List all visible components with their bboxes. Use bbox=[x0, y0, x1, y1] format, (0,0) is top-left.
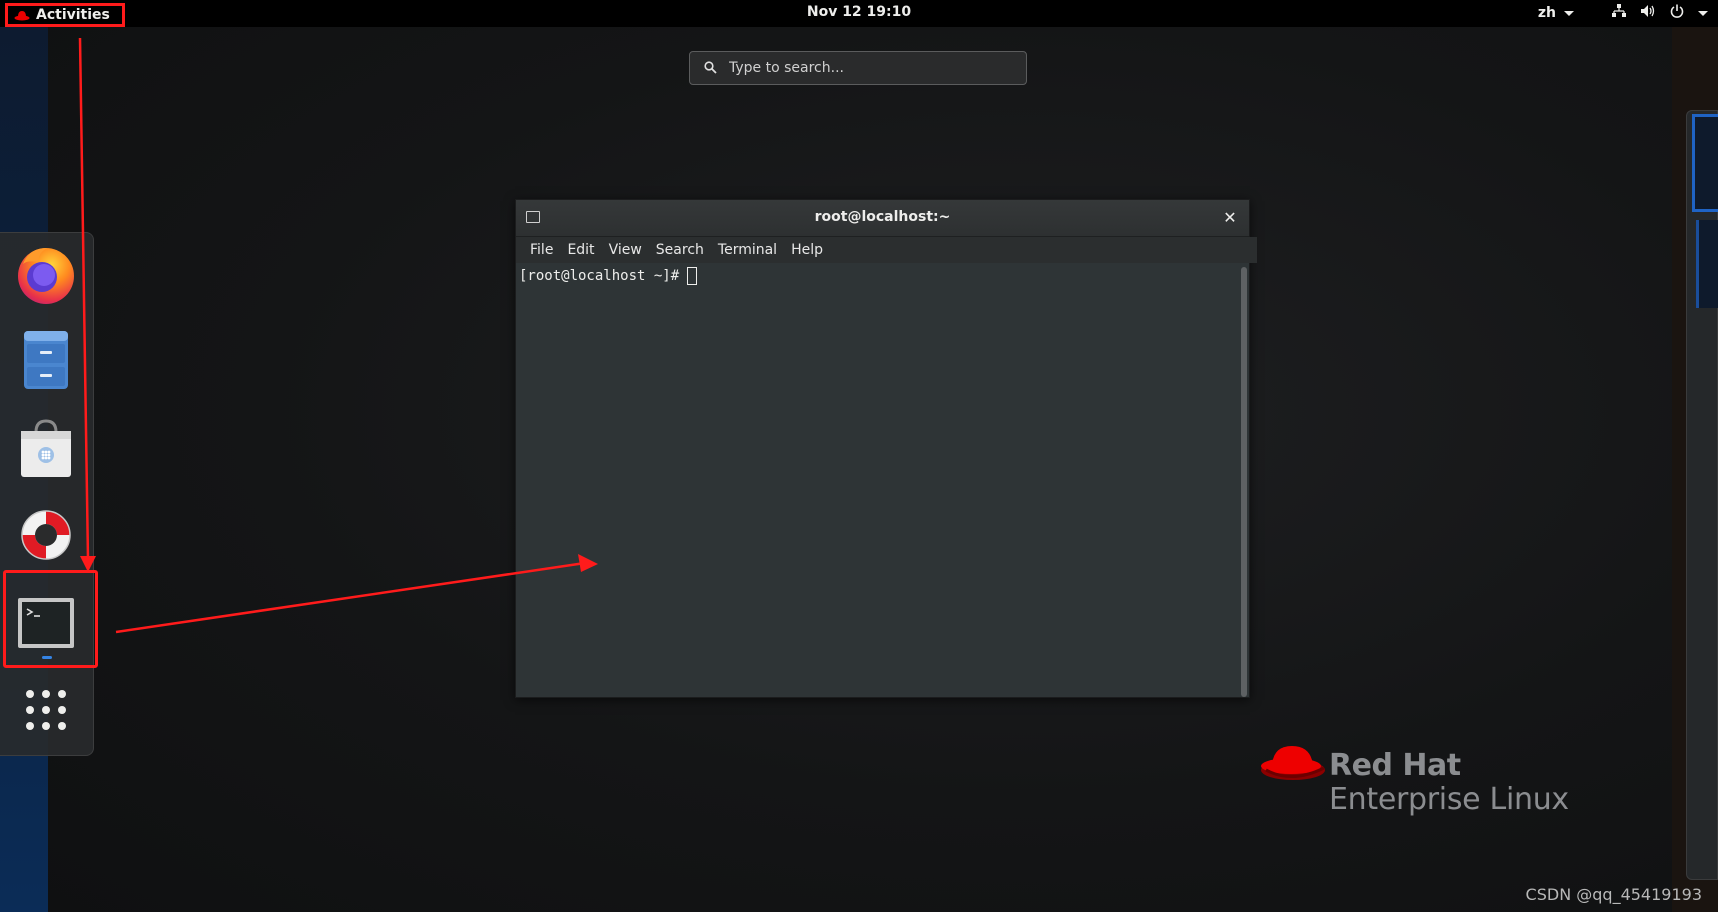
dash-item-files[interactable] bbox=[10, 326, 82, 398]
dash-item-firefox[interactable] bbox=[10, 241, 82, 313]
window-title: root@localhost:~ bbox=[814, 209, 951, 225]
chevron-down-icon bbox=[1564, 10, 1574, 16]
power-icon[interactable] bbox=[1670, 4, 1684, 22]
close-icon[interactable]: ✕ bbox=[1221, 208, 1239, 227]
terminal-body[interactable]: [root@localhost ~]# bbox=[516, 263, 1249, 697]
menu-file[interactable]: File bbox=[524, 242, 559, 258]
dash-item-software[interactable] bbox=[10, 414, 82, 486]
terminal-menubar: File Edit View Search Terminal Help bbox=[516, 237, 1257, 263]
menu-help[interactable]: Help bbox=[785, 242, 829, 258]
app-grid-icon bbox=[25, 689, 67, 735]
terminal-scrollbar[interactable] bbox=[1241, 267, 1247, 697]
dash-item-help[interactable] bbox=[10, 501, 82, 573]
clock[interactable]: Nov 12 19:10 bbox=[0, 4, 1718, 20]
top-bar: Activities Nov 12 19:10 zh bbox=[0, 0, 1718, 27]
shell-prompt-line: [root@localhost ~]# bbox=[519, 267, 698, 285]
shell-prompt: [root@localhost ~]# bbox=[519, 268, 680, 284]
text-cursor bbox=[687, 267, 698, 285]
search-field[interactable] bbox=[689, 51, 1027, 85]
workspace-thumbnail-active[interactable] bbox=[1692, 114, 1718, 212]
brand-line-2: Enterprise Linux bbox=[1329, 782, 1569, 817]
dash bbox=[0, 232, 94, 756]
workspace-thumbnail[interactable] bbox=[1696, 220, 1718, 308]
terminal-titlebar[interactable]: root@localhost:~ ✕ bbox=[516, 200, 1249, 237]
menu-terminal[interactable]: Terminal bbox=[712, 242, 783, 258]
terminal-window[interactable]: root@localhost:~ ✕ File Edit View Search… bbox=[515, 199, 1257, 698]
system-menu-chevron-icon[interactable] bbox=[1698, 10, 1708, 16]
watermark: CSDN @qq_45419193 bbox=[1525, 885, 1702, 904]
annotation-highlight-terminal bbox=[3, 570, 98, 668]
language-label: zh bbox=[1537, 5, 1556, 21]
show-applications-button[interactable] bbox=[10, 676, 82, 748]
search-input[interactable] bbox=[727, 59, 1011, 77]
shopping-bag-icon bbox=[19, 418, 73, 482]
network-icon[interactable] bbox=[1612, 4, 1626, 22]
menu-edit[interactable]: Edit bbox=[561, 242, 600, 258]
system-tray: zh bbox=[1538, 4, 1708, 22]
menu-search[interactable]: Search bbox=[650, 242, 710, 258]
lifebuoy-icon bbox=[16, 505, 76, 569]
firefox-icon bbox=[15, 244, 77, 310]
volume-icon[interactable] bbox=[1640, 4, 1656, 22]
search-icon bbox=[704, 59, 717, 78]
input-method-menu[interactable]: zh bbox=[1538, 5, 1574, 21]
brand-line-1: Red Hat bbox=[1329, 748, 1461, 783]
file-cabinet-icon bbox=[23, 330, 69, 394]
menu-view[interactable]: View bbox=[603, 242, 648, 258]
